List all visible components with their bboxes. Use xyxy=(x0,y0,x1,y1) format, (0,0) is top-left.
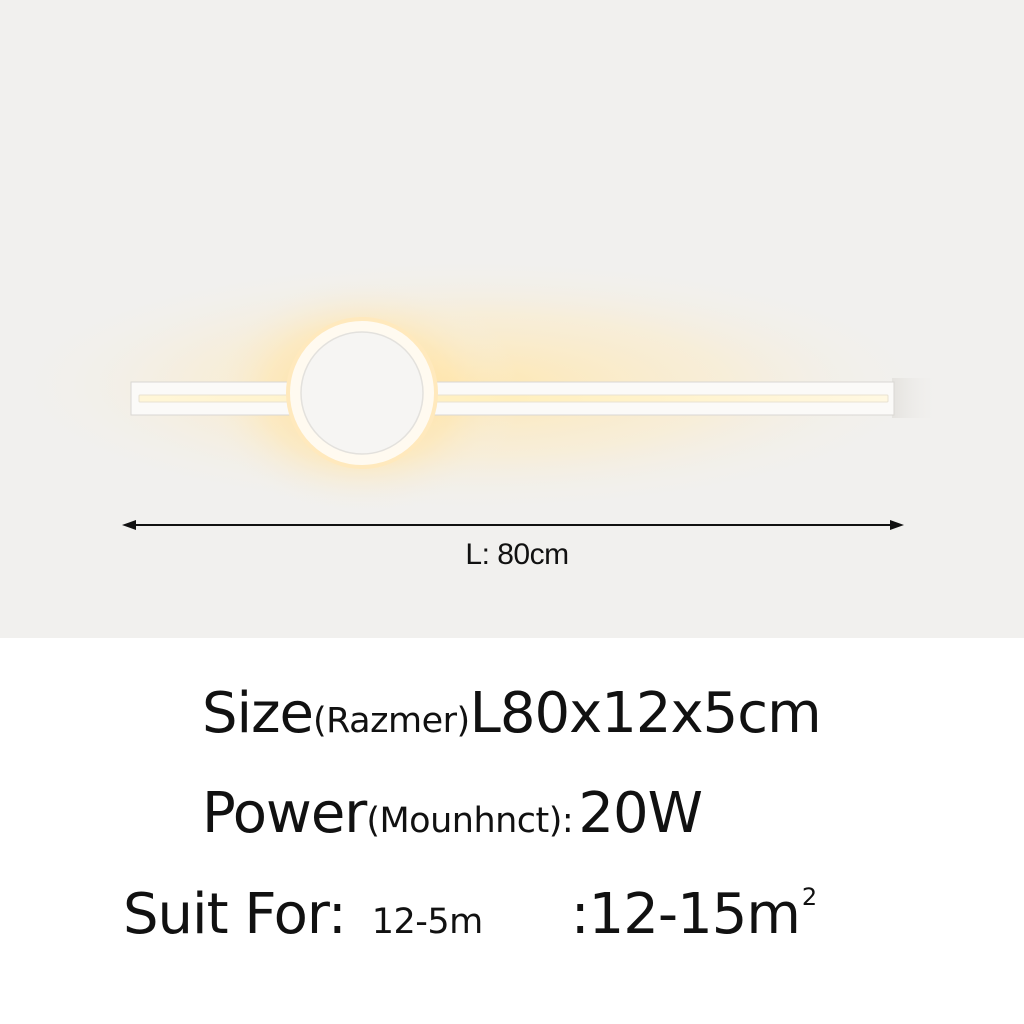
spec-power: Power(Mounhnct): 20W xyxy=(202,786,703,842)
dimension-label: L: 80cm xyxy=(465,538,569,571)
spec-size: Size(Razmer)L80x12x5cm xyxy=(202,686,822,742)
spec-size-value: L80x12x5cm xyxy=(469,681,822,746)
spec-power-label: Power xyxy=(202,781,367,846)
lamp-shadow xyxy=(892,378,940,418)
spec-suit-superscript: 2 xyxy=(801,883,818,911)
spec-size-label: Size xyxy=(202,681,314,746)
spec-power-value: 20W xyxy=(578,781,703,846)
spec-power-sub: (Mounhnct): xyxy=(366,801,574,841)
spec-list: Size(Razmer)L80x12x5cm Power(Mounhnct): … xyxy=(0,638,1024,1024)
dimension-arrow-right xyxy=(890,520,904,530)
dimension-arrow-left xyxy=(122,520,136,530)
led-strip xyxy=(138,394,889,403)
spec-size-sub: (Razmer) xyxy=(312,701,470,741)
lamp-photo: L: 80cm xyxy=(0,0,1024,638)
spec-suit-label: Suit For: xyxy=(123,882,347,947)
spec-suit-value: :12-15m xyxy=(570,882,801,947)
spec-suit-sub: 12-5m xyxy=(371,902,484,942)
lamp-disc xyxy=(300,331,424,455)
spec-suit: Suit For: 12-5m:12-15m2 xyxy=(123,885,817,943)
product-image: L: 80cm Size(Razmer)L80x12x5cm Power(Mou… xyxy=(0,0,1024,1024)
